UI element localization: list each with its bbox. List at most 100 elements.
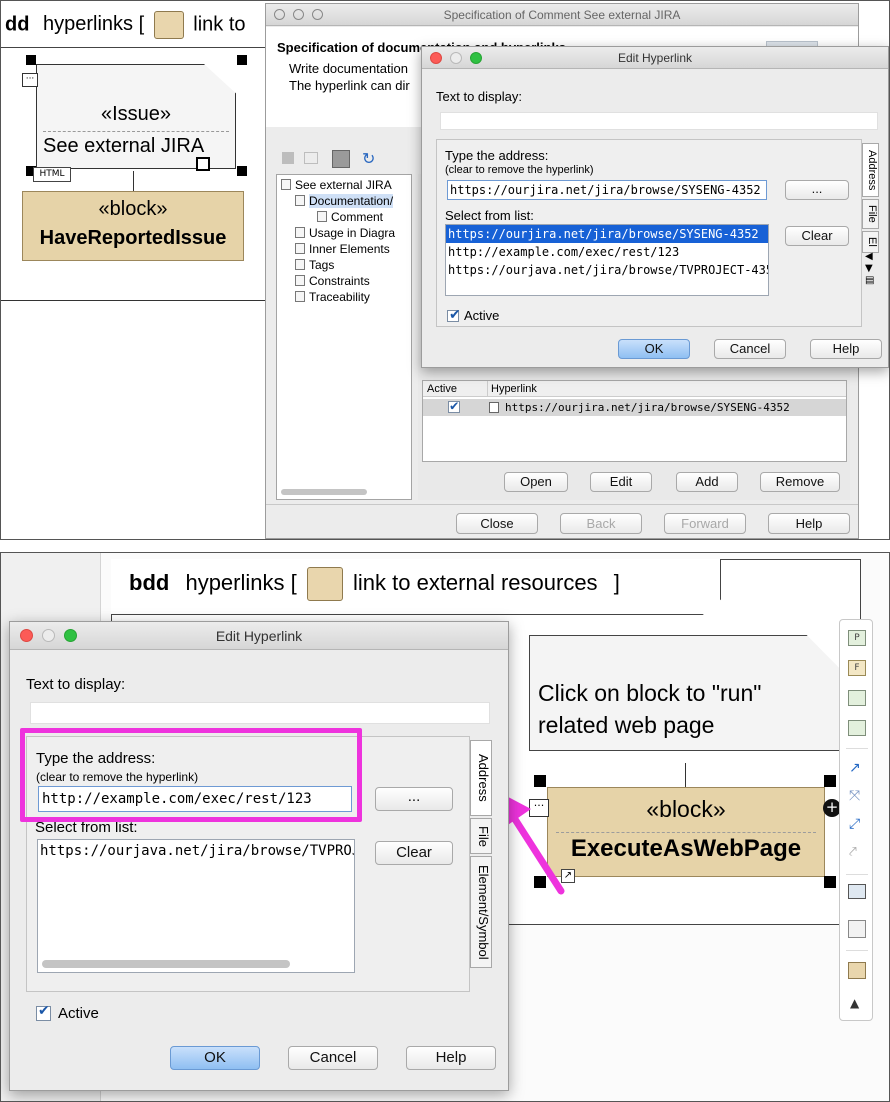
tree-item-root[interactable]: See external JIRA xyxy=(277,177,411,193)
active-checkbox[interactable] xyxy=(447,307,461,323)
smart-handle-icon[interactable] xyxy=(196,157,210,171)
list-item[interactable]: https://ourjira.net/jira/browse/SYSENG-4… xyxy=(446,225,768,243)
dependency-icon[interactable]: ⤧ xyxy=(849,788,860,804)
url-list[interactable]: https://ourjira.net/jira/browse/SYSENG-4… xyxy=(445,224,769,296)
expand-icon[interactable] xyxy=(282,152,294,164)
tree-item-constraints[interactable]: Constraints xyxy=(277,273,411,289)
url-list[interactable]: https://ourjava.net/jira/browse/TVPROJI xyxy=(37,839,355,973)
list-scrollbar[interactable] xyxy=(42,960,290,968)
refresh-icon[interactable]: ↻ xyxy=(362,149,375,168)
ok-button[interactable]: OK xyxy=(618,339,690,359)
clear-button[interactable]: Clear xyxy=(375,841,453,865)
part-property-icon[interactable]: P xyxy=(848,630,866,646)
close-dot[interactable] xyxy=(430,52,442,64)
tab-element-symbol[interactable]: Element/Symbol xyxy=(470,856,492,968)
help-button[interactable]: Help xyxy=(810,339,882,359)
resize-handle[interactable] xyxy=(237,166,247,176)
text-to-display-label: Text to display: xyxy=(26,676,126,693)
view-toggle-icon[interactable] xyxy=(332,150,350,168)
zoom-dot[interactable] xyxy=(470,52,482,64)
tab-address[interactable]: Address xyxy=(470,740,492,816)
zoom-dot[interactable] xyxy=(312,9,323,20)
close-dot[interactable] xyxy=(20,629,33,642)
flow-property-icon[interactable]: F xyxy=(848,660,866,676)
tab-file[interactable]: File xyxy=(470,818,492,854)
text-to-display-input[interactable] xyxy=(440,112,878,130)
more-icon[interactable]: ··· xyxy=(22,73,38,87)
tree-item-tags[interactable]: Tags xyxy=(277,257,411,273)
resize-handle[interactable] xyxy=(26,55,36,65)
edit-button[interactable]: Edit xyxy=(590,472,652,492)
cancel-button[interactable]: Cancel xyxy=(288,1046,378,1070)
resize-handle[interactable] xyxy=(824,876,836,888)
type-address-label: Type the address: xyxy=(445,148,549,163)
cancel-button[interactable]: Cancel xyxy=(714,339,786,359)
tab-file[interactable]: File xyxy=(862,199,879,229)
spec-tree: See external JIRA Documentation/ Comment… xyxy=(276,174,412,500)
list-item[interactable]: https://ourjava.net/jira/browse/TVPROJEC… xyxy=(446,261,768,279)
table-header: Active Hyperlink xyxy=(423,381,846,397)
tree-item-documentation[interactable]: Documentation/ xyxy=(277,193,411,209)
hierarchy-icon[interactable] xyxy=(304,152,318,164)
spec-titlebar: Specification of Comment See external JI… xyxy=(266,4,858,26)
tab-address[interactable]: Address xyxy=(862,143,879,197)
edit-title: Edit Hyperlink xyxy=(617,51,693,65)
text-to-display-input[interactable] xyxy=(30,702,490,724)
table-row[interactable]: https://ourjira.net/jira/browse/SYSENG-4… xyxy=(423,398,846,416)
minimize-dot[interactable] xyxy=(293,9,304,20)
execute-as-webpage-block[interactable]: «block» ExecuteAsWebPage xyxy=(547,787,825,877)
open-button[interactable]: Open xyxy=(504,472,568,492)
list-item[interactable]: https://ourjava.net/jira/browse/TVPROJI xyxy=(38,840,354,862)
tree-item-traceability[interactable]: Traceability xyxy=(277,289,411,305)
active-label: Active xyxy=(464,308,500,323)
port-icon[interactable] xyxy=(848,720,866,736)
forward-button[interactable]: Forward xyxy=(664,513,746,534)
browse-button[interactable]: ... xyxy=(785,180,849,200)
bottom-diagram-title: bdd hyperlinks [ link to external resour… xyxy=(129,567,620,601)
address-input[interactable]: http://example.com/exec/rest/123 xyxy=(38,786,352,812)
issue-note[interactable]: «Issue» See external JIRA xyxy=(36,64,236,169)
minimize-dot[interactable] xyxy=(42,629,55,642)
structure-icon[interactable] xyxy=(848,920,866,938)
ok-button[interactable]: OK xyxy=(170,1046,260,1070)
add-button[interactable]: Add xyxy=(676,472,738,492)
collapse-arrow-icon[interactable]: ▲ xyxy=(850,996,859,1010)
diagram-kind: bdd xyxy=(129,569,170,595)
resize-handle[interactable] xyxy=(824,775,836,787)
issue-text: See external JIRA xyxy=(43,135,205,157)
image-icon[interactable] xyxy=(848,884,866,899)
association-icon[interactable]: ⤢ xyxy=(849,816,860,832)
spec-help-button[interactable]: Help xyxy=(768,513,850,534)
list-item[interactable]: http://example.com/exec/rest/123 xyxy=(446,243,768,261)
resize-handle[interactable] xyxy=(237,55,247,65)
top-diagram-header: dd hyperlinks [ link to xyxy=(5,11,246,39)
package-tool-icon[interactable] xyxy=(848,962,866,979)
directed-relation-icon[interactable]: ↗ xyxy=(849,760,861,776)
close-dot[interactable] xyxy=(274,9,285,20)
html-tag-icon: HTML xyxy=(33,167,71,182)
active-checkbox[interactable] xyxy=(36,1003,51,1021)
clear-button[interactable]: Clear xyxy=(785,226,849,246)
spec-desc-line2: The hyperlink can dir xyxy=(289,78,410,93)
anchor-icon[interactable]: ⤤ xyxy=(849,844,857,860)
tree-item-inner-elements[interactable]: Inner Elements xyxy=(277,241,411,257)
top-screenshot-panel: dd hyperlinks [ link to «Issue» See exte… xyxy=(0,0,890,540)
close-button[interactable]: Close xyxy=(456,513,538,534)
run-note[interactable]: Click on block to "run" related web page xyxy=(529,635,841,751)
comment-shape-icon[interactable] xyxy=(848,690,866,706)
help-button[interactable]: Help xyxy=(406,1046,496,1070)
minimize-dot[interactable] xyxy=(450,52,462,64)
tree-scrollbar[interactable] xyxy=(281,489,367,495)
package-icon xyxy=(306,567,343,601)
have-reported-issue-block[interactable]: «block» HaveReportedIssue xyxy=(22,191,244,261)
address-input[interactable]: https://ourjira.net/jira/browse/SYSENG-4… xyxy=(447,180,767,200)
tree-item-comment[interactable]: Comment xyxy=(277,209,411,225)
zoom-dot[interactable] xyxy=(64,629,77,642)
back-button[interactable]: Back xyxy=(560,513,642,534)
tab-scroll-arrows[interactable]: ◀ ▼ ▤ xyxy=(865,251,874,287)
tree-item-usage[interactable]: Usage in Diagra xyxy=(277,225,411,241)
browse-button[interactable]: ... xyxy=(375,787,453,811)
remove-button[interactable]: Remove xyxy=(760,472,840,492)
tab-element[interactable]: El xyxy=(862,231,879,253)
row-active-checkbox[interactable] xyxy=(448,398,460,415)
